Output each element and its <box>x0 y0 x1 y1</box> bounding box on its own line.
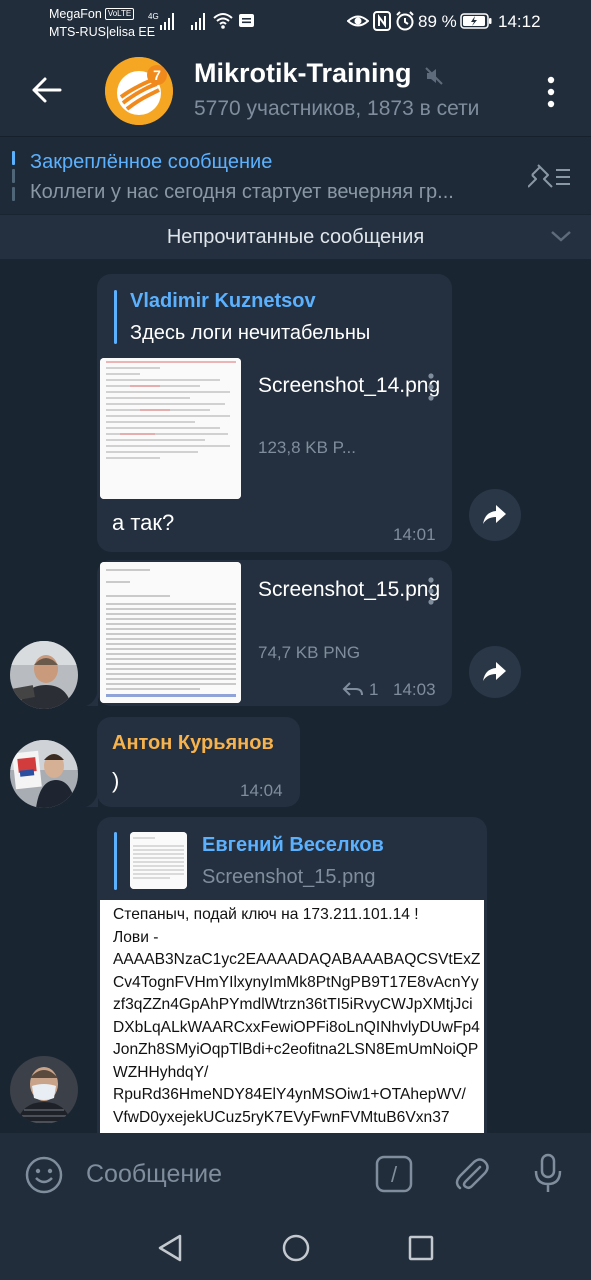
forward-arrow-icon <box>483 505 506 524</box>
reply-author: Евгений Веселков <box>202 834 384 856</box>
forward-button[interactable] <box>469 489 521 541</box>
avatar[interactable] <box>10 740 78 808</box>
screenshot-preview-icon <box>100 562 241 703</box>
bot-command-label: / <box>391 1162 398 1187</box>
nav-recents-icon[interactable] <box>407 1234 435 1262</box>
volte-badge: VoLTE <box>104 8 135 20</box>
reply-quote-bar <box>114 832 117 890</box>
screenshot-preview-icon <box>100 358 241 499</box>
forward-arrow-icon <box>483 662 506 681</box>
message-time: 14:01 <box>393 525 436 544</box>
group-avatar[interactable]: 7 <box>105 57 173 125</box>
file-options-icon[interactable] <box>426 372 436 402</box>
avatar[interactable] <box>10 1056 78 1124</box>
file-size: 123,8 KB P... <box>258 438 356 457</box>
forward-button[interactable] <box>469 646 521 698</box>
file-name[interactable]: Screenshot_14.png <box>258 371 440 401</box>
wifi-icon <box>213 13 233 29</box>
message-text: ) <box>112 768 120 793</box>
signal-4g-icon: 4G <box>148 12 174 30</box>
reply-count[interactable]: 1 <box>369 680 378 700</box>
back-arrow-icon[interactable] <box>26 70 66 110</box>
pinned-indicator <box>12 151 15 201</box>
bubble-tail <box>86 690 98 706</box>
message-input[interactable]: Сообщение <box>86 1160 222 1189</box>
status-bar: MegaFon VoLTE MTS-RUS|elisa EE 4G 89 % 1… <box>0 0 591 44</box>
clock: 14:12 <box>498 12 541 31</box>
pinned-title: Закреплённое сообщение <box>30 151 273 173</box>
screenshot-preview-icon <box>130 832 187 889</box>
message-time: 14:04 <box>240 781 283 800</box>
image-text: Степаныч, подай ключ на 173.211.101.14 !… <box>113 906 481 1126</box>
reply-icon[interactable] <box>342 681 364 697</box>
alarm-icon <box>396 11 414 31</box>
file-thumbnail[interactable] <box>100 358 241 499</box>
unread-divider: Непрочитанные сообщения <box>0 215 591 259</box>
sender-name[interactable]: Антон Курьянов <box>112 732 274 755</box>
reply-quote-bar <box>114 290 117 344</box>
battery-percent: 89 % <box>418 12 457 31</box>
avatar[interactable] <box>10 641 78 709</box>
emoji-icon[interactable] <box>24 1155 64 1195</box>
bot-command-icon[interactable]: / <box>375 1155 413 1193</box>
carrier-1: MegaFon VoLTE <box>49 7 135 21</box>
reply-thumbnail <box>130 832 187 889</box>
message-text: а так? <box>112 510 175 535</box>
avatar-badge-label: 7 <box>153 67 161 83</box>
battery-icon <box>460 13 492 29</box>
system-nav-bar <box>0 1215 591 1280</box>
chat-title[interactable]: Mikrotik-Training <box>194 58 412 89</box>
attach-icon[interactable] <box>454 1153 490 1193</box>
message-time: 14:03 <box>393 680 436 699</box>
file-name[interactable]: Screenshot_15.png <box>258 575 440 605</box>
user-photo-icon <box>10 641 78 709</box>
image-attachment[interactable]: Степаныч, подай ключ на 173.211.101.14 !… <box>100 900 484 1147</box>
chat-subtitle: 5770 участников, 1873 в сети <box>194 97 480 120</box>
reply-author: Vladimir Kuznetsov <box>130 290 316 312</box>
file-size: 74,7 KB PNG <box>258 643 361 662</box>
user-photo-icon <box>10 1056 78 1124</box>
carrier-2: MTS-RUS|elisa EE <box>49 25 156 39</box>
reply-text: Здесь логи нечитабельны <box>130 322 371 344</box>
unread-label: Непрочитанные сообщения <box>166 226 425 248</box>
microphone-icon[interactable] <box>533 1153 563 1195</box>
eye-icon <box>347 15 369 27</box>
chevron-down-icon[interactable] <box>549 228 573 244</box>
file-options-icon[interactable] <box>426 576 436 606</box>
signal-2-icon <box>191 13 205 30</box>
nfc-icon <box>373 11 391 31</box>
message-notification-icon <box>239 14 254 27</box>
message-input-bar: Сообщение / <box>0 1133 591 1215</box>
bubble-tail <box>86 791 98 807</box>
user-photo-icon <box>10 740 78 808</box>
chat-header: 7 Mikrotik-Training 5770 участников, 187… <box>0 44 591 136</box>
pinned-list-icon[interactable] <box>528 161 572 191</box>
more-vertical-icon[interactable] <box>538 74 564 110</box>
file-thumbnail[interactable] <box>100 562 241 703</box>
muted-icon <box>425 67 443 85</box>
nav-back-icon[interactable] <box>156 1233 184 1263</box>
pinned-text: Коллеги у нас сегодня стартует вечерняя … <box>30 181 454 203</box>
mikrotik-logo-icon: 7 <box>105 57 173 125</box>
network-type-label: 4G <box>148 12 159 21</box>
reply-text: Screenshot_15.png <box>202 866 376 888</box>
nav-home-icon[interactable] <box>281 1233 311 1263</box>
pinned-message[interactable]: Закреплённое сообщение Коллеги у нас сег… <box>0 136 591 214</box>
